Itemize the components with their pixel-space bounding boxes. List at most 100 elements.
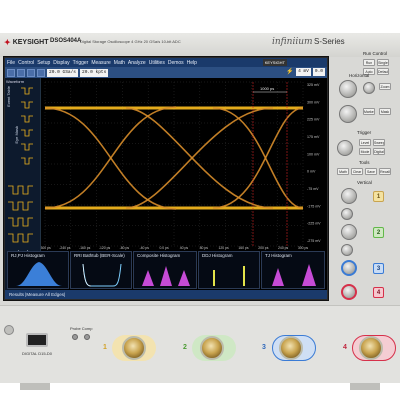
x-tick-label: 120 ps [219,246,229,250]
channel-2-scale-knob[interactable] [341,224,357,240]
x-tick-label: -80 ps [120,246,130,250]
tools-label: Tools [359,160,370,165]
x-tick-label: 40 ps [180,246,189,250]
channel-3-bnc-input[interactable] [279,336,303,360]
tj-histogram-chart [272,264,316,286]
x-tick-label: -160 ps [79,246,91,250]
stop-icon[interactable] [17,68,25,77]
menu-item-file[interactable]: File [7,60,15,66]
series-label: S-Series [314,37,345,46]
channel-1-button[interactable]: 1 [373,191,384,202]
run-icon[interactable] [7,68,15,77]
digital-input-port[interactable] [26,333,48,347]
y-tick-label: 0 mV [307,170,316,174]
left-foot [20,383,50,390]
mask-button[interactable]: Mask [379,108,391,115]
probe-comp-label: Probe Comp [70,326,93,331]
menu-item-setup[interactable]: Setup [37,60,50,66]
histogram-panel-tj[interactable]: TJ Histogram [261,251,325,289]
x-tick-label: -40 ps [140,246,150,250]
channel-1-scale-knob[interactable] [341,188,357,204]
bathtub-chart [82,263,122,287]
channel-3-scale-knob[interactable] [341,260,357,276]
single-icon[interactable] [27,68,35,77]
channel-2-offset-knob[interactable] [341,244,353,256]
default-setup-button[interactable]: Default Setup [377,68,389,75]
channel-3-number: 3 [262,344,266,351]
digital-button[interactable]: Digital [373,148,385,155]
trigger-level-knob[interactable] [337,140,353,156]
sample-rate-field[interactable]: 20.0 GSa/s [47,68,79,77]
horizontal-label: Horizontal [349,73,370,78]
ddj-histogram-chart [213,266,245,286]
y-tick-label: 300 mV [307,100,320,104]
channel-2-button[interactable]: 2 [373,227,384,238]
navigate-knob[interactable] [339,105,357,123]
zoom-button[interactable]: Zoom [379,83,391,90]
results-bar[interactable]: Results |Measure All Edges| [5,290,327,299]
channel-4-bnc-input[interactable] [359,336,383,360]
menu-item-help[interactable]: Help [187,60,197,66]
run-control-label: Run Control [363,51,388,56]
run-stop-button[interactable]: Run Stop [363,59,375,66]
math-button[interactable]: Math [337,168,349,175]
x-tick-label: -120 ps [99,246,111,250]
channel-4-button[interactable]: 4 [373,287,384,298]
horizontal-scale-knob[interactable] [339,80,357,98]
brand-name: KEYSIGHT [12,39,49,46]
menu-item-demos[interactable]: Demos [168,60,184,66]
menu-item-math[interactable]: Math [114,60,125,66]
channel-4-number: 4 [343,344,347,351]
lightning-icon[interactable]: ⚡ [286,68,294,76]
menu-item-control[interactable]: Control [18,60,34,66]
menu-bar: File Control Setup Display Trigger Measu… [5,58,327,67]
front-control-panel: Run Control Run Stop Single Auto Scale D… [333,50,400,300]
screen-brand-badge: KEYSIGHT [262,59,287,66]
horizontal-position-knob[interactable] [363,82,375,94]
x-tick-label: 0.0 ps [159,246,169,250]
autoscale-icon[interactable] [37,68,45,77]
marker-delta-label: 1000 ps [260,86,274,91]
menu-item-display[interactable]: Display [53,60,69,66]
level-button[interactable]: Level [359,139,371,146]
channel-3-button[interactable]: 3 [373,263,384,274]
x-tick-label: -240 ps [59,246,71,250]
histogram-panel-composite[interactable]: Composite Histogram [133,251,197,289]
trigger-level-field[interactable]: 4 mV [296,68,311,76]
recall-button[interactable]: Recall [379,168,391,175]
channel-1-number: 1 [103,344,107,351]
power-icon[interactable] [4,325,14,335]
menu-item-trigger[interactable]: Trigger [73,60,89,66]
menu-item-analyze[interactable]: Analyze [128,60,146,66]
digital-port-label: DIGITAL D15-D0 [22,351,53,356]
menu-item-measure[interactable]: Measure [91,60,110,66]
clear-display-button[interactable]: Clear Display [351,168,363,175]
brand-logo: ✦ KEYSIGHT [4,38,49,47]
single-button[interactable]: Single [377,59,389,66]
channel-1-bnc-input[interactable] [122,336,146,360]
display-screen: File Control Setup Display Trigger Measu… [5,58,327,299]
histogram-panel-bathtub[interactable]: RRI Bathtub (BER-Scale) [70,251,132,289]
y-tick-label: -225 mV [307,222,321,226]
probe-comp-terminal[interactable] [72,334,78,340]
mode-button[interactable]: Mode [359,148,371,155]
channel-4-scale-knob[interactable] [341,284,357,300]
channel-2-bnc-input[interactable] [200,336,224,360]
sweep-button[interactable]: Sweep [373,139,385,146]
histogram-panel-rjpj[interactable]: RJ,PJ Histogram [7,251,69,289]
menu-item-utilities[interactable]: Utilities [149,60,165,66]
x-tick-label: 300 ps [298,246,308,250]
histogram-panel-ddj[interactable]: DDJ Histogram [198,251,260,289]
vertical-label: Vertical [357,180,372,185]
save-button[interactable]: Save [365,168,377,175]
ground-terminal[interactable] [84,334,90,340]
y-tick-label: -275 mV [307,239,321,243]
memory-depth-field[interactable]: 20.0 kpts [80,68,109,77]
product-line: infiniium [272,37,313,47]
toolbar: 20.0 GSa/s 20.0 kpts ⚡ 4 mV 0.0 [5,67,327,78]
x-tick-label: 80 ps [200,246,209,250]
channel-1-offset-knob[interactable] [341,208,353,220]
marker-button[interactable]: Marker [363,108,375,115]
trigger-time-field[interactable]: 0.0 [312,68,325,76]
x-tick-label: 160 ps [238,246,248,250]
